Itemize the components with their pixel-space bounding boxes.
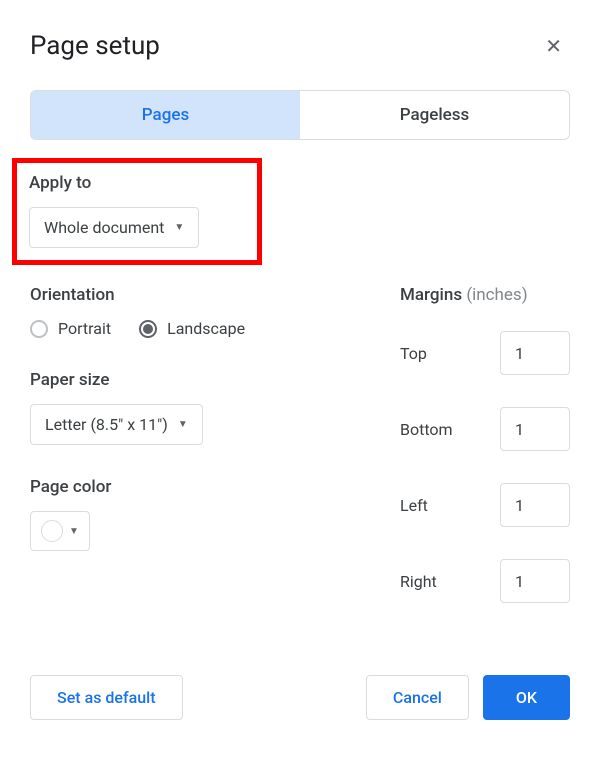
tab-pages[interactable]: Pages [31, 91, 300, 139]
cancel-button[interactable]: Cancel [366, 675, 469, 720]
page-color-label: Page color [30, 477, 370, 497]
dialog-title: Page setup [30, 31, 160, 61]
paper-size-label: Paper size [30, 370, 370, 390]
orientation-landscape-label: Landscape [167, 319, 245, 338]
page-color-dropdown[interactable]: ▼ [30, 511, 90, 551]
caret-down-icon: ▼ [174, 222, 184, 233]
margin-bottom-input[interactable] [500, 407, 570, 451]
paper-size-value: Letter (8.5" x 11") [45, 415, 168, 434]
ok-button[interactable]: OK [483, 675, 570, 720]
margin-right-input[interactable] [500, 559, 570, 603]
margin-top-label: Top [400, 344, 427, 363]
margin-left-label: Left [400, 496, 428, 515]
orientation-label: Orientation [30, 285, 370, 305]
margins-label: Margins (inches) [400, 285, 570, 305]
tab-group: Pages Pageless [30, 90, 570, 140]
radio-icon [139, 320, 157, 338]
close-icon[interactable]: ✕ [537, 30, 570, 62]
orientation-portrait-label: Portrait [58, 319, 111, 338]
margin-bottom-label: Bottom [400, 420, 453, 439]
orientation-portrait-radio[interactable]: Portrait [30, 319, 111, 338]
margin-left-input[interactable] [500, 483, 570, 527]
apply-to-value: Whole document [44, 218, 164, 237]
orientation-landscape-radio[interactable]: Landscape [139, 319, 245, 338]
color-swatch-icon [41, 520, 63, 542]
paper-size-dropdown[interactable]: Letter (8.5" x 11") ▼ [30, 404, 203, 445]
margin-right-label: Right [400, 572, 437, 591]
set-default-button[interactable]: Set as default [30, 675, 183, 720]
apply-to-dropdown[interactable]: Whole document ▼ [29, 207, 199, 248]
radio-icon [30, 320, 48, 338]
radio-dot-icon [143, 324, 153, 334]
apply-to-label: Apply to [29, 173, 245, 193]
tab-pageless[interactable]: Pageless [300, 91, 569, 139]
margin-top-input[interactable] [500, 331, 570, 375]
caret-down-icon: ▼ [178, 419, 188, 430]
caret-down-icon: ▼ [69, 526, 79, 537]
margins-unit: (inches) [466, 285, 527, 305]
apply-to-highlight: Apply to Whole document ▼ [12, 158, 262, 265]
